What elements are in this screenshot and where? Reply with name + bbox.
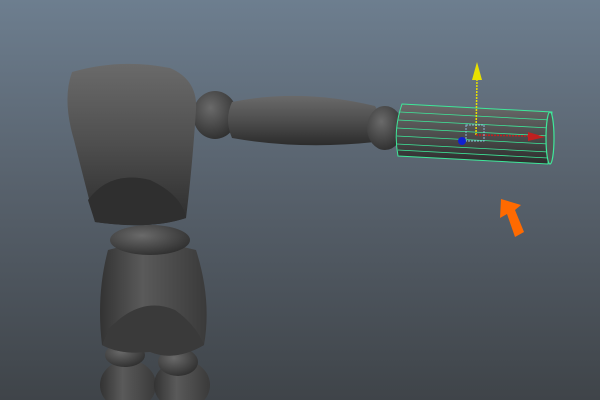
orange-arrow-icon xyxy=(500,199,524,237)
y-axis-handle xyxy=(472,62,482,80)
mannequin-waist[interactable] xyxy=(110,225,190,255)
maya-viewport[interactable] xyxy=(0,0,600,400)
z-axis-handle xyxy=(458,137,466,145)
scene xyxy=(67,62,555,400)
mannequin-arm[interactable] xyxy=(193,91,403,150)
